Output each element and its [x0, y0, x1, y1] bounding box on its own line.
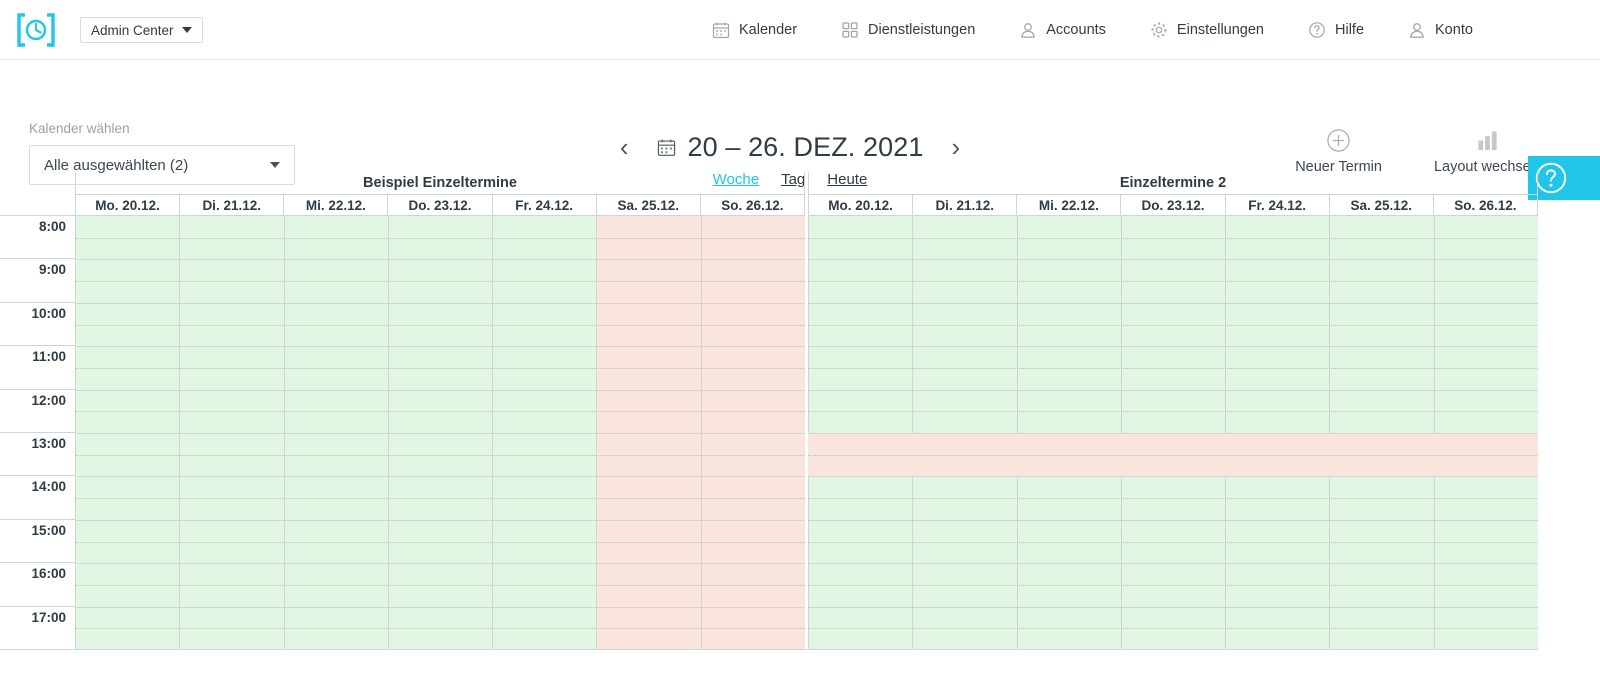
user-icon: [1408, 21, 1426, 39]
day-column[interactable]: [596, 216, 701, 649]
day-header[interactable]: Mo. 20.12.: [808, 195, 912, 215]
gear-icon: [1150, 21, 1168, 39]
day-column[interactable]: [387, 216, 493, 649]
day-header[interactable]: So. 26.12.: [1432, 195, 1538, 215]
date-range-text: 20 – 26. DEZ. 2021: [687, 131, 924, 162]
grid-bottom-border: [0, 649, 1538, 650]
calendar-title: Beispiel Einzeltermine: [75, 172, 805, 194]
top-navigation-bar: Admin Center Kalender Dienstleistungen A…: [0, 0, 1600, 60]
question-circle-icon: [1308, 21, 1326, 39]
nav-item-dienstleistungen[interactable]: Dienstleistungen: [819, 0, 997, 60]
nav-label-accounts: Accounts: [1046, 22, 1106, 38]
nav-item-accounts[interactable]: Accounts: [997, 0, 1128, 60]
day-column[interactable]: [1120, 216, 1226, 649]
time-label: 14:00: [0, 475, 75, 518]
chevron-left-icon[interactable]: ‹: [614, 134, 635, 160]
day-column[interactable]: [179, 216, 284, 649]
calendar-block: Einzeltermine 2 Mo. 20.12. Di. 21.12. Mi…: [808, 172, 1538, 649]
switch-layout-button[interactable]: Layout wechseln: [1434, 128, 1542, 175]
day-header[interactable]: Do. 23.12.: [1120, 195, 1224, 215]
time-label: 9:00: [0, 258, 75, 301]
header-actions: Neuer Termin Layout wechseln: [1295, 128, 1542, 175]
day-column[interactable]: [492, 216, 597, 649]
day-column[interactable]: [283, 216, 388, 649]
date-range-title: 20 – 26. DEZ. 2021: [657, 132, 924, 163]
calendar-icon: [712, 21, 730, 39]
plus-circle-icon: [1326, 128, 1351, 153]
admin-center-label: Admin Center: [91, 22, 174, 38]
sub-header: Kalender wählen Alle ausgewählten (2) ‹: [0, 60, 1600, 200]
calendar-body: [808, 215, 1538, 649]
admin-center-dropdown[interactable]: Admin Center: [80, 17, 203, 43]
time-label: 8:00: [0, 215, 75, 258]
day-header[interactable]: So. 26.12.: [699, 195, 805, 215]
time-axis-spacer: [0, 172, 75, 215]
main-nav: Kalender Dienstleistungen Accounts Einst…: [690, 0, 1495, 60]
time-label: 10:00: [0, 301, 75, 345]
caret-down-icon: [181, 27, 192, 33]
calendar-icon: [657, 138, 676, 157]
calendar-day-headers: Mo. 20.12. Di. 21.12. Mi. 22.12. Do. 23.…: [75, 194, 805, 215]
day-column[interactable]: [1016, 216, 1121, 649]
app-root: Admin Center Kalender Dienstleistungen A…: [0, 0, 1600, 697]
day-column[interactable]: [1225, 216, 1330, 649]
chevron-right-icon[interactable]: ›: [945, 134, 966, 160]
calendar-body: [75, 215, 805, 649]
day-header[interactable]: Mi. 22.12.: [283, 195, 387, 215]
nav-item-konto[interactable]: Konto: [1386, 0, 1495, 60]
user-icon: [1019, 21, 1037, 39]
time-label: 11:00: [0, 345, 75, 388]
calendar-block: Beispiel Einzeltermine Mo. 20.12. Di. 21…: [75, 172, 805, 649]
time-label: 12:00: [0, 388, 75, 432]
nav-label-kalender: Kalender: [739, 22, 798, 38]
day-column[interactable]: [912, 216, 1017, 649]
day-header[interactable]: Mo. 20.12.: [75, 195, 179, 215]
day-column[interactable]: [700, 216, 805, 649]
day-header[interactable]: Fr. 24.12.: [1224, 195, 1329, 215]
nav-item-einstellungen[interactable]: Einstellungen: [1128, 0, 1286, 60]
nav-item-kalender[interactable]: Kalender: [690, 0, 819, 60]
day-header[interactable]: Sa. 25.12.: [1328, 195, 1433, 215]
day-column[interactable]: [1433, 216, 1538, 649]
calendar-title: Einzeltermine 2: [808, 172, 1538, 194]
bar-chart-icon: [1475, 128, 1500, 153]
time-label: 13:00: [0, 431, 75, 475]
nav-item-hilfe[interactable]: Hilfe: [1286, 0, 1386, 60]
nav-label-einstellungen: Einstellungen: [1176, 22, 1264, 38]
clock-bracket-logo[interactable]: [17, 12, 55, 48]
day-header[interactable]: Mi. 22.12.: [1016, 195, 1120, 215]
calendar-select-label: Kalender wählen: [29, 121, 130, 136]
grid-squares-icon: [841, 21, 859, 39]
calendar-grid: 8:00 9:00 10:00 11:00 12:00 13:00 14:00 …: [0, 172, 1600, 682]
new-appointment-button[interactable]: Neuer Termin: [1295, 128, 1382, 175]
day-column[interactable]: [1329, 216, 1434, 649]
time-axis: 8:00 9:00 10:00 11:00 12:00 13:00 14:00 …: [0, 172, 75, 649]
day-header[interactable]: Sa. 25.12.: [595, 195, 700, 215]
day-header[interactable]: Di. 21.12.: [912, 195, 1016, 215]
day-header[interactable]: Do. 23.12.: [387, 195, 491, 215]
calendar-select-value: Alle ausgewählten (2): [44, 156, 189, 174]
day-header[interactable]: Fr. 24.12.: [491, 195, 596, 215]
nav-label-dienstleistungen: Dienstleistungen: [868, 22, 976, 38]
date-row: ‹ 20 – 26. DEZ. 2021 ›: [614, 126, 966, 168]
day-header[interactable]: Di. 21.12.: [179, 195, 283, 215]
time-label: 15:00: [0, 518, 75, 562]
caret-down-icon: [270, 162, 280, 168]
time-label: 17:00: [0, 605, 75, 649]
nav-label-hilfe: Hilfe: [1335, 22, 1365, 38]
day-column[interactable]: [808, 216, 913, 649]
time-label: 16:00: [0, 562, 75, 605]
nav-label-konto: Konto: [1435, 22, 1473, 38]
day-column[interactable]: [75, 216, 180, 649]
calendar-day-headers: Mo. 20.12. Di. 21.12. Mi. 22.12. Do. 23.…: [808, 194, 1538, 215]
